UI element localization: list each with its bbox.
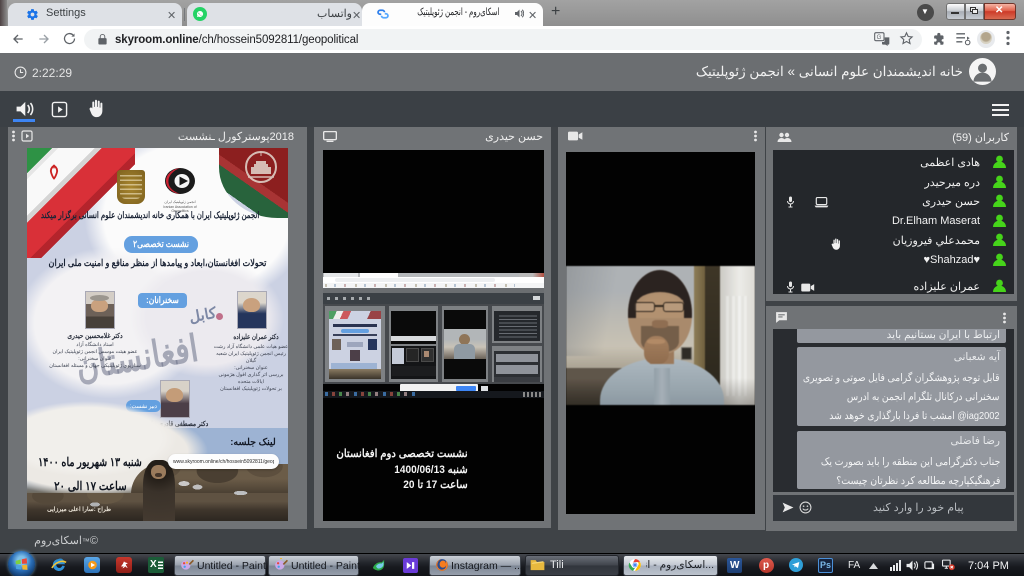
svg-text:G: G — [877, 35, 882, 41]
